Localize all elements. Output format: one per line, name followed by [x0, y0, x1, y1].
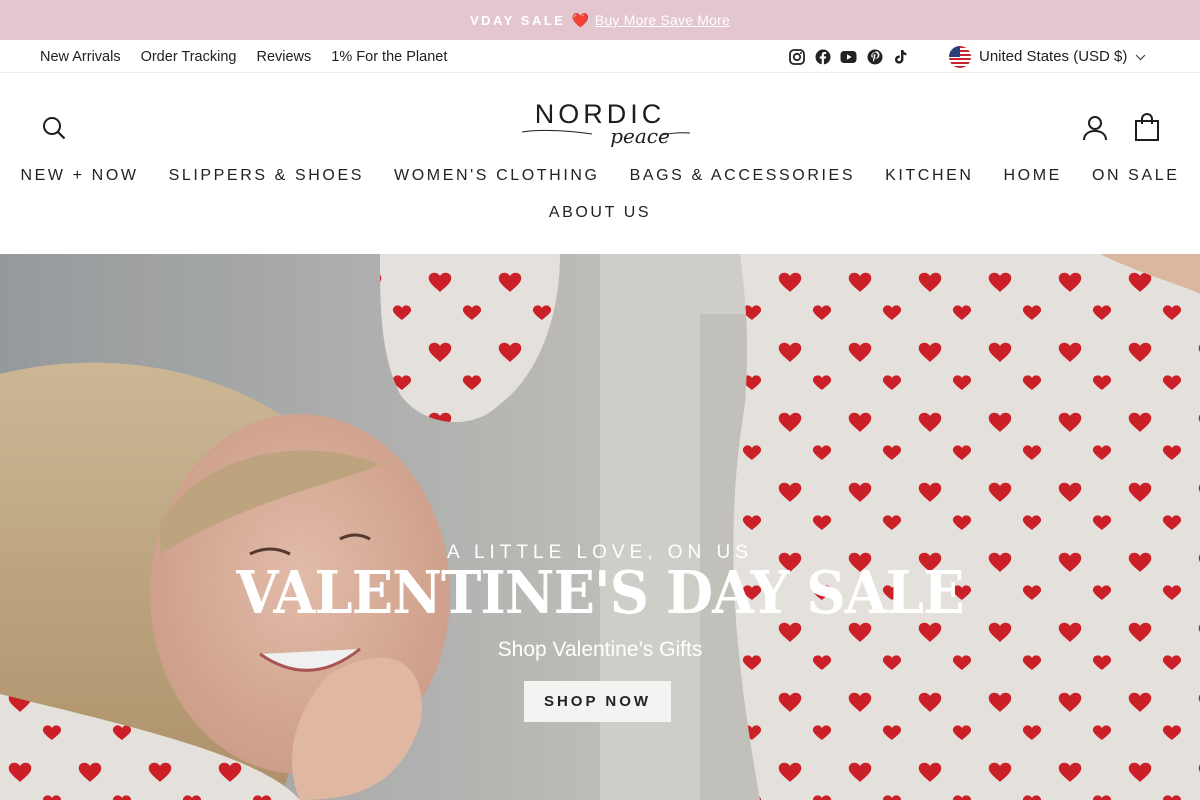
- nav-slippers-shoes[interactable]: SLIPPERS & SHOES: [169, 167, 364, 185]
- announcement-label: VDAY SALE: [469, 12, 566, 28]
- utility-link-order-tracking[interactable]: Order Tracking: [141, 49, 237, 65]
- utility-bar: New Arrivals Order Tracking Reviews 1% F…: [0, 40, 1200, 73]
- facebook-icon[interactable]: [814, 48, 831, 65]
- nav-womens-clothing[interactable]: WOMEN'S CLOTHING: [394, 167, 600, 185]
- nav-home[interactable]: HOME: [1004, 167, 1062, 185]
- main-nav: NEW + NOW SLIPPERS & SHOES WOMEN'S CLOTH…: [0, 167, 1200, 185]
- youtube-icon[interactable]: [840, 48, 857, 65]
- nordic-peace-logo[interactable]: NORDIC peace: [508, 99, 692, 155]
- nav-on-sale[interactable]: ON SALE: [1092, 167, 1180, 185]
- shop-now-button[interactable]: SHOP NOW: [524, 681, 671, 722]
- nav-bags-accessories[interactable]: BAGS & ACCESSORIES: [630, 167, 856, 185]
- search-icon[interactable]: [42, 116, 66, 140]
- hero-banner[interactable]: A LITTLE LOVE, ON US VALENTINE'S DAY SAL…: [0, 254, 1200, 800]
- announcement-bar: VDAY SALE ❤️ Buy More Save More: [0, 0, 1200, 40]
- logo-script-text: peace: [610, 124, 670, 148]
- utility-link-new-arrivals[interactable]: New Arrivals: [40, 49, 121, 65]
- currency-selector[interactable]: United States (USD $): [949, 40, 1146, 73]
- pinterest-icon[interactable]: [866, 48, 883, 65]
- social-links: [788, 40, 909, 73]
- us-flag-icon: [949, 45, 971, 68]
- tiktok-icon[interactable]: [892, 48, 909, 65]
- account-icon[interactable]: [1082, 115, 1108, 141]
- announcement-link[interactable]: Buy More Save More: [595, 12, 730, 28]
- hero-subtitle: Shop Valentine’s Gifts: [497, 638, 703, 661]
- utility-link-planet[interactable]: 1% For the Planet: [331, 49, 447, 65]
- nav-kitchen[interactable]: KITCHEN: [885, 167, 973, 185]
- main-nav-row2: ABOUT US: [0, 204, 1200, 222]
- utility-links: New Arrivals Order Tracking Reviews 1% F…: [40, 40, 447, 73]
- site-header: NORDIC peace NEW + NOW SLIPPERS & SHOES …: [0, 73, 1200, 254]
- nav-about-us[interactable]: ABOUT US: [549, 204, 651, 222]
- heart-emoji: ❤️: [571, 11, 589, 28]
- instagram-icon[interactable]: [788, 48, 805, 65]
- utility-link-reviews[interactable]: Reviews: [256, 49, 311, 65]
- chevron-down-icon: [1135, 48, 1146, 65]
- cart-icon[interactable]: [1134, 113, 1160, 141]
- hero-title: VALENTINE'S DAY SALE: [236, 558, 964, 627]
- nav-new-now[interactable]: NEW + NOW: [21, 167, 139, 185]
- currency-label: United States (USD $): [979, 48, 1128, 65]
